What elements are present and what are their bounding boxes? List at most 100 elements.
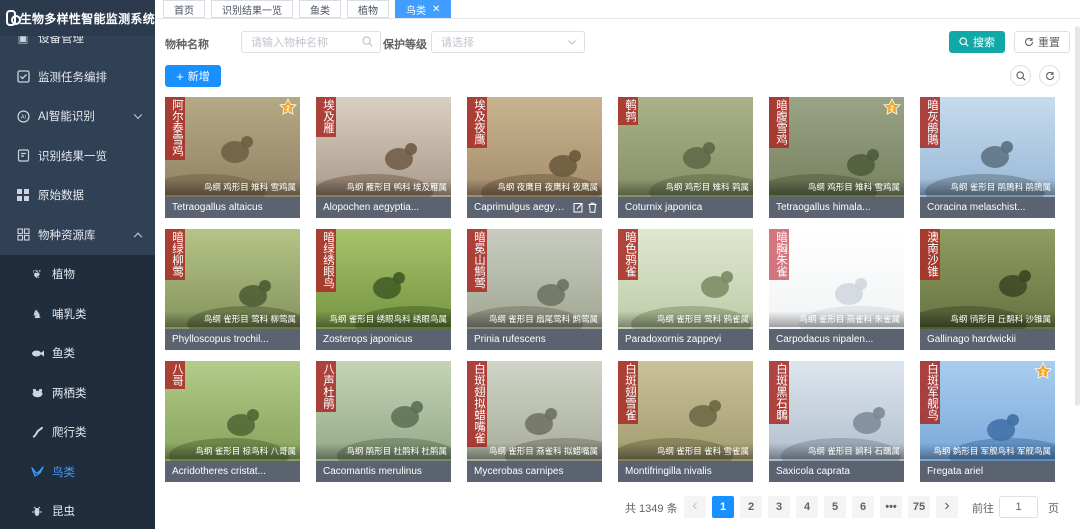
species-taxonomy: 鸟纲 鸡形目 雉科 雪鸡属 xyxy=(165,179,300,195)
species-card[interactable]: 澳南沙锥 鸟纲 鸻形目 丘鹬科 沙锥属 Gallinago hardwickii xyxy=(920,229,1055,350)
next-page-button[interactable] xyxy=(936,496,958,518)
page-number-button[interactable]: 6 xyxy=(852,496,874,518)
close-icon[interactable]: ✕ xyxy=(432,4,440,15)
species-latin-name: Cacomantis merulinus xyxy=(316,461,451,482)
app-logo: 生物多样性智能监测系统 xyxy=(0,0,155,36)
species-card[interactable]: 阿尔泰雪鸡 2 鸟纲 鸡形目 雉科 雪鸡属 Tetraogallus altaicus xyxy=(165,97,300,218)
plant-icon: ❦ xyxy=(32,269,42,282)
page-number-button[interactable]: 4 xyxy=(796,496,818,518)
species-card[interactable]: 暗绿绣眼鸟 鸟纲 雀形目 绣眼鸟科 绣眼鸟属 Zosterops japonicus xyxy=(316,229,451,350)
tab-home[interactable]: 首页 xyxy=(163,0,205,18)
species-chinese-name: 白斑翅拟蜡嘴雀 xyxy=(467,361,487,447)
species-card[interactable]: 八声杜鹃 鸟纲 鹃形目 杜鹃科 杜鹃属 Cacomantis merulinus xyxy=(316,361,451,482)
page-number-button[interactable]: 1 xyxy=(712,496,734,518)
species-card[interactable]: 暗腹雪鸡 2 鸟纲 鸡形目 雉科 雪鸡属 Tetraogallus himala... xyxy=(769,97,904,218)
sidebar-item-label: 昆虫 xyxy=(52,506,75,519)
scrollbar-thumb[interactable] xyxy=(1075,26,1080,406)
sidebar-item-raw-data[interactable]: 原始数据 xyxy=(0,176,155,216)
page-number-button[interactable]: 5 xyxy=(824,496,846,518)
refresh-button[interactable] xyxy=(1039,65,1060,86)
page-scrollbar[interactable] xyxy=(1075,26,1080,496)
species-latin-name: Zosterops japonicus xyxy=(316,329,451,350)
delete-icon[interactable] xyxy=(586,202,598,214)
more-pages-button[interactable]: ••• xyxy=(880,496,902,518)
search-button-label: 搜索 xyxy=(973,37,995,49)
tab-birds[interactable]: 鸟类 ✕ xyxy=(395,0,452,18)
sidebar-item-birds[interactable]: 鸟类 xyxy=(0,452,155,492)
species-card[interactable]: 白斑黑石䳭 鸟纲 雀形目 鹟科 石䳭属 Saxicola caprata xyxy=(769,361,904,482)
protection-level-badge-icon: 2 xyxy=(883,98,901,115)
search-icon xyxy=(1015,70,1026,81)
tab-label: 鱼类 xyxy=(310,5,330,17)
species-card[interactable]: 暗胸朱雀 鸟纲 雀形目 燕雀科 朱雀属 Carpodacus nipalen... xyxy=(769,229,904,350)
species-chinese-name: 暗绿柳莺 xyxy=(165,229,185,280)
ai-icon: AI xyxy=(16,109,30,123)
page-number-button[interactable]: 3 xyxy=(768,496,790,518)
species-taxonomy: 鸟纲 鹃形目 杜鹃科 杜鹃属 xyxy=(316,443,451,459)
tags-view: 首页 识别结果一览 鱼类 植物 鸟类 ✕ xyxy=(155,0,1080,19)
species-card[interactable]: 白斑军舰鸟 2 鸟纲 鹈形目 军舰鸟科 军舰鸟属 Fregata ariel xyxy=(920,361,1055,482)
sidebar-item-fish[interactable]: 鱼类 xyxy=(0,333,155,373)
species-latin-name: Phylloscopus trochil... xyxy=(165,329,300,350)
sidebar-item-insects[interactable]: 昆虫 xyxy=(0,491,155,529)
page-unit-label: 页 xyxy=(1048,503,1059,515)
sidebar-item-tasks[interactable]: 监测任务编排 xyxy=(0,57,155,97)
species-chinese-name: 澳南沙锥 xyxy=(920,229,940,280)
edit-icon[interactable] xyxy=(572,202,584,214)
protection-level-select[interactable]: 请选择 xyxy=(431,31,585,53)
species-latin-name: Mycerobas carnipes xyxy=(467,461,602,482)
sidebar-item-label: 两栖类 xyxy=(52,387,87,400)
species-taxonomy: 鸟纲 雀形目 燕雀科 拟蜡嘴属 xyxy=(467,443,602,459)
species-card[interactable]: 白斑翅拟蜡嘴雀 鸟纲 雀形目 燕雀科 拟蜡嘴属 Mycerobas carnipes xyxy=(467,361,602,482)
species-latin-name: Coturnix japonica xyxy=(618,197,753,218)
species-card[interactable]: 鹌鹑 鸟纲 鸡形目 雉科 鹑属 Coturnix japonica xyxy=(618,97,753,218)
sidebar-item-ai[interactable]: AI AI智能识别 xyxy=(0,97,155,137)
chevron-down-icon xyxy=(567,36,577,50)
sidebar-item-plants[interactable]: ❦ 植物 xyxy=(0,254,155,294)
sidebar-item-reptiles[interactable]: 爬行类 xyxy=(0,412,155,452)
toggle-search-button[interactable] xyxy=(1010,65,1031,86)
tab-label: 首页 xyxy=(174,5,194,17)
species-chinese-name: 埃及夜鹰 xyxy=(467,97,487,148)
species-taxonomy: 鸟纲 鸻形目 丘鹬科 沙锥属 xyxy=(920,311,1055,327)
species-chinese-name: 暗腹雪鸡 xyxy=(769,97,789,148)
species-card[interactable]: 暗色鸦雀 鸟纲 雀形目 莺科 鸦雀属 Paradoxornis zappeyi xyxy=(618,229,753,350)
goto-page-input[interactable]: 1 xyxy=(999,496,1038,518)
reset-button[interactable]: 重置 xyxy=(1014,31,1070,53)
sidebar-item-amphibians[interactable]: 两栖类 xyxy=(0,373,155,413)
sidebar-item-species-library[interactable]: 物种资源库 xyxy=(0,215,155,255)
page-number-button[interactable]: 75 xyxy=(908,496,930,518)
tab-label: 识别结果一览 xyxy=(222,5,282,17)
species-card[interactable]: 埃及雁 鸟纲 雁形目 鸭科 埃及雁属 Alopochen aegyptia... xyxy=(316,97,451,218)
species-latin-name: Carpodacus nipalen... xyxy=(769,329,904,350)
prev-page-button[interactable] xyxy=(684,496,706,518)
reptile-icon xyxy=(30,425,44,439)
tab-fish[interactable]: 鱼类 xyxy=(299,0,341,18)
species-card[interactable]: 暗冕山鹪莺 鸟纲 雀形目 扇尾莺科 鹪莺属 Prinia rufescens xyxy=(467,229,602,350)
species-name-input[interactable]: 请输入物种名称 xyxy=(241,31,381,53)
species-card[interactable]: 暗灰鹃鵙 鸟纲 雀形目 鹃鵙科 鹃鵙属 Coracina melaschist... xyxy=(920,97,1055,218)
species-latin-name: Coracina melaschist... xyxy=(920,197,1055,218)
tab-results[interactable]: 识别结果一览 xyxy=(211,0,293,18)
chevron-left-icon xyxy=(691,501,699,513)
sidebar-item-results[interactable]: 识别结果一览 xyxy=(0,136,155,176)
species-library-icon xyxy=(16,228,30,242)
bird-icon xyxy=(30,465,44,479)
sidebar-item-mammals[interactable]: ♞ 哺乳类 xyxy=(0,294,155,334)
species-chinese-name: 白斑军舰鸟 xyxy=(920,361,940,424)
species-card[interactable]: 白斑翅雪雀 鸟纲 雀形目 雀科 雪雀属 Montifringilla nivalis xyxy=(618,361,753,482)
add-button[interactable]: + 新增 xyxy=(165,65,221,87)
fish-icon xyxy=(30,346,44,360)
species-card[interactable]: 埃及夜鹰 鸟纲 夜鹰目 夜鹰科 夜鹰属 Caprimulgus aegypt... xyxy=(467,97,602,218)
page-number-button[interactable]: 2 xyxy=(740,496,762,518)
tab-plants[interactable]: 植物 xyxy=(347,0,389,18)
species-card[interactable]: 八哥 鸟纲 雀形目 椋鸟科 八哥属 Acridotheres cristat... xyxy=(165,361,300,482)
species-chinese-name: 暗胸朱雀 xyxy=(769,229,789,280)
plus-icon: + xyxy=(176,68,184,84)
species-card[interactable]: 暗绿柳莺 鸟纲 雀形目 莺科 柳莺属 Phylloscopus trochil... xyxy=(165,229,300,350)
search-button[interactable]: 搜索 xyxy=(949,31,1005,53)
species-chinese-name: 白斑翅雪雀 xyxy=(618,361,638,424)
total-count: 共 1349 条 xyxy=(625,503,678,515)
sidebar-item-label: 哺乳类 xyxy=(52,308,87,321)
refresh-icon xyxy=(1045,71,1055,81)
